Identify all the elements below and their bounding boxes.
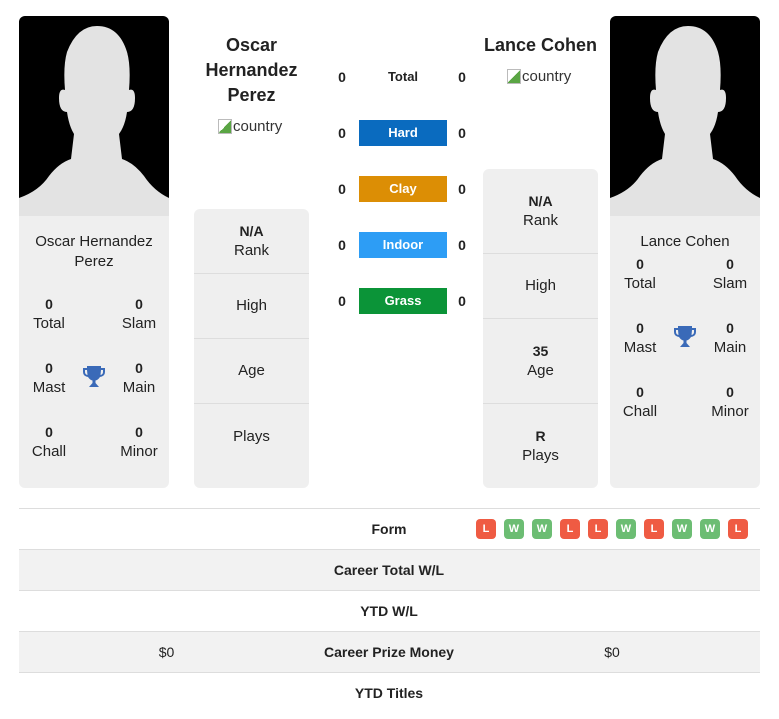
surface-row-indoor: 0 Indoor 0 [330, 232, 475, 258]
trophy-icon [674, 326, 696, 347]
right-country-flag: country [507, 68, 571, 85]
right-surface-value: 0 [458, 69, 466, 85]
right-age: 35 Age [483, 319, 598, 404]
left-surface-value: 0 [338, 69, 346, 85]
left-country-flag: country [218, 118, 282, 135]
silhouette-icon [610, 26, 760, 216]
surface-row-grass: 0 Grass 0 [330, 288, 475, 314]
comparison-table: Form LWWLLWLWWL Career Total W/L YTD W/L… [19, 508, 760, 714]
right-player-name[interactable]: Lance Cohen [483, 33, 598, 58]
right-titles-mast: 0 Mast [623, 320, 657, 356]
surface-badge-total: Total [387, 69, 419, 84]
right-player-photo [610, 16, 760, 216]
right-titles-total: 0 Total [624, 256, 656, 292]
right-surface-value: 0 [458, 181, 466, 197]
surface-badge-indoor: Indoor [359, 232, 447, 258]
surface-badge-clay: Clay [359, 176, 447, 202]
left-titles-slam: 0 Slam [121, 296, 157, 332]
right-high: High [483, 254, 598, 319]
right-surface-value: 0 [458, 293, 466, 309]
form-badge-win: W [700, 519, 720, 539]
left-titles-total: 0 Total [33, 296, 65, 332]
left-titles-chall: 0 Chall [31, 424, 67, 460]
trophy-icon [83, 366, 105, 387]
left-card-name: Oscar Hernandez Perez [35, 233, 153, 270]
right-info-card: N/A Rank High 35 Age R Plays [483, 169, 598, 488]
right-surface-value: 0 [458, 125, 466, 141]
right-titles-chall: 0 Chall [622, 384, 658, 420]
left-titles-main: 0 Main [122, 360, 156, 396]
form-badge-win: W [616, 519, 636, 539]
right-titles-slam: 0 Slam [712, 256, 748, 292]
form-badge-loss: L [476, 519, 496, 539]
right-plays: R Plays [522, 428, 559, 464]
form-badge-loss: L [560, 519, 580, 539]
right-prize-money: $0 [604, 644, 620, 660]
left-surface-value: 0 [338, 181, 346, 197]
left-age: Age [194, 339, 309, 404]
broken-image-icon [507, 69, 521, 84]
left-player-name[interactable]: Oscar Hernandez Perez [194, 33, 309, 108]
left-info-card: N/A Rank High Age Plays [194, 209, 309, 488]
left-prize-money: $0 [158, 644, 175, 660]
left-player-photo [19, 16, 169, 216]
left-titles-minor: 0 Minor [120, 424, 158, 460]
table-row: YTD Titles [354, 685, 424, 701]
left-high: High [194, 274, 309, 339]
right-titles-main: 0 Main [713, 320, 747, 356]
surface-row-hard: 0 Hard 0 [330, 120, 475, 146]
table-row: Career Total W/L [19, 550, 760, 591]
left-plays: Plays [233, 427, 270, 445]
left-surface-value: 0 [338, 293, 346, 309]
right-card-name: Lance Cohen [640, 233, 730, 250]
form-badge-loss: L [728, 519, 748, 539]
right-titles-minor: 0 Minor [711, 384, 749, 420]
right-rank: N/A Rank [483, 169, 598, 254]
form-results: LWWLLWLWWL [476, 519, 748, 539]
form-badge-loss: L [588, 519, 608, 539]
left-titles-mast: 0 Mast [32, 360, 66, 396]
form-badge-win: W [672, 519, 692, 539]
left-player-card: Oscar Hernandez Perez 0 Total 0 Slam 0 M… [19, 16, 169, 488]
left-rank: N/A Rank [194, 209, 309, 274]
surface-row-clay: 0 Clay 0 [330, 176, 475, 202]
form-badge-win: W [532, 519, 552, 539]
silhouette-icon [19, 26, 169, 216]
table-row: $0 Career Prize Money $0 [19, 632, 760, 673]
left-surface-value: 0 [338, 237, 346, 253]
surface-badge-hard: Hard [359, 120, 447, 146]
right-surface-value: 0 [458, 237, 466, 253]
table-row: YTD W/L [19, 591, 760, 632]
form-badge-win: W [504, 519, 524, 539]
broken-image-icon [218, 119, 232, 134]
left-surface-value: 0 [338, 125, 346, 141]
surface-badge-grass: Grass [359, 288, 447, 314]
form-row: Form LWWLLWLWWL [19, 509, 760, 550]
right-player-card: Lance Cohen 0 Total 0 Slam 0 Mast 0 Main… [610, 16, 760, 488]
form-badge-loss: L [644, 519, 664, 539]
surface-row-total: 0 Total 0 [330, 64, 475, 90]
form-label: Form [371, 521, 407, 537]
